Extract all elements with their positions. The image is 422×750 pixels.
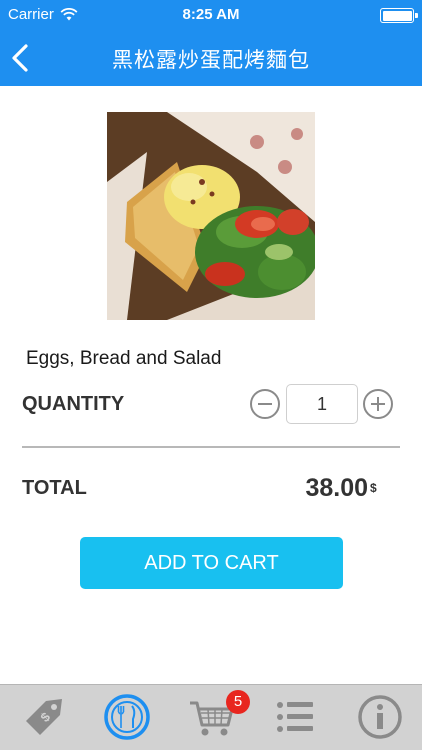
total-value: 38.00 [305,474,368,502]
product-image [107,112,315,320]
minus-icon [258,403,272,405]
back-button[interactable] [6,38,48,80]
decrease-quantity-button[interactable] [250,389,280,419]
increase-quantity-button[interactable] [363,389,393,419]
tab-info[interactable] [354,691,406,743]
status-time: 8:25 AM [182,6,240,23]
quantity-label: QUANTITY [22,393,125,415]
price-tag-icon: $ [26,699,62,735]
total-label: TOTAL [22,477,87,499]
quantity-input[interactable] [286,384,358,424]
battery-icon [380,8,418,23]
divider [22,446,400,448]
currency-symbol: $ [370,481,377,495]
tab-bar: $ [0,684,422,750]
add-to-cart-button[interactable]: ADD TO CART [80,537,343,589]
page-title: 黑松露炒蛋配烤麵包 [112,49,310,72]
add-to-cart-label: ADD TO CART [144,551,279,574]
cart-badge: 5 [226,690,250,714]
product-name: Eggs, Bread and Salad [26,348,222,369]
tab-orders[interactable] [269,691,321,743]
nav-bar: 黑松露炒蛋配烤麵包 [0,32,422,86]
fork-knife-icon [104,694,150,740]
info-icon [358,695,402,739]
status-bar: Carrier 8:25 AM [0,0,422,32]
food-photo [107,112,315,320]
tab-menu[interactable] [101,691,153,743]
chevron-left-icon [12,44,28,72]
list-icon [277,702,313,732]
tab-deals[interactable]: $ [18,691,70,743]
